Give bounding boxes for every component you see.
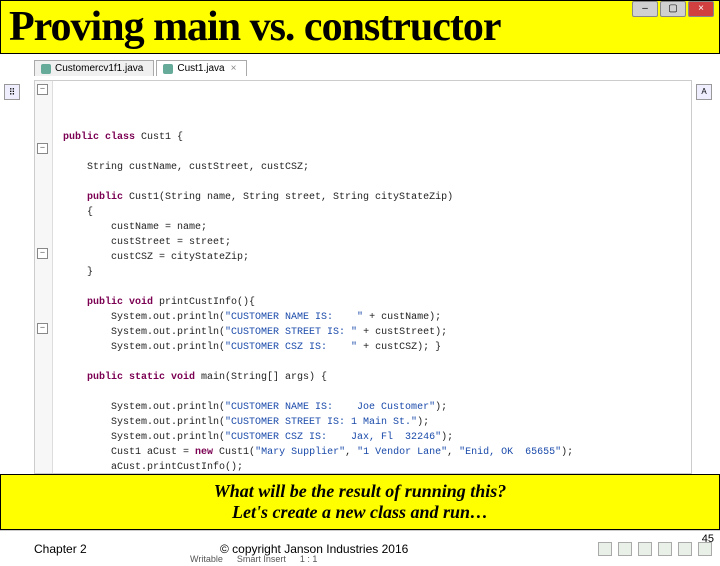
ide-screenshot: ⠿ Customercv1f1.java Cust1.java × A – – … [0,54,720,474]
tab-label: Cust1.java [177,63,224,74]
tab-customer-file[interactable]: Customercv1f1.java [34,60,154,76]
editor-tabs: Customercv1f1.java Cust1.java × [34,60,247,76]
perspective-icon[interactable] [618,542,632,556]
perspective-icon[interactable] [678,542,692,556]
package-explorer-icon[interactable]: ⠿ [4,84,20,100]
status-writable: Writable [190,554,223,564]
fold-icon[interactable]: – [37,143,48,154]
fold-gutter: – – – – [35,81,53,473]
tab-cust1-file[interactable]: Cust1.java × [156,60,247,76]
question-line-1: What will be the result of running this? [9,481,711,502]
status-position: 1 : 1 [300,554,318,564]
minimize-button[interactable]: – [632,1,658,17]
outline-icon[interactable]: A [696,84,712,100]
close-icon[interactable]: × [231,63,237,74]
question-line-2: Let's create a new class and run… [9,502,711,523]
fold-icon[interactable]: – [37,84,48,95]
java-file-icon [41,64,51,74]
close-button[interactable]: × [688,1,714,17]
window-controls: – ▢ × [632,1,714,17]
left-toolbar: ⠿ [4,84,28,100]
perspective-icon[interactable] [598,542,612,556]
chapter-label: Chapter 2 [0,542,180,556]
slide-footer: Chapter 2 © copyright Janson Industries … [0,530,720,566]
tab-label: Customercv1f1.java [55,63,143,74]
source-code: public class Cust1 { String custName, cu… [63,130,691,474]
maximize-button[interactable]: ▢ [660,1,686,17]
status-insert: Smart Insert [237,554,286,564]
java-file-icon [163,64,173,74]
slide-title: Proving main vs. constructor [0,0,720,54]
right-toolbar: A [696,84,716,104]
code-editor[interactable]: – – – – public class Cust1 { String cust… [34,80,692,474]
fold-icon[interactable]: – [37,323,48,334]
slide-number: 45 [702,533,714,545]
fold-icon[interactable]: – [37,248,48,259]
status-bar: Writable Smart Insert 1 : 1 [190,554,317,564]
perspective-icon[interactable] [658,542,672,556]
perspective-icon[interactable] [638,542,652,556]
question-banner: What will be the result of running this?… [0,474,720,530]
